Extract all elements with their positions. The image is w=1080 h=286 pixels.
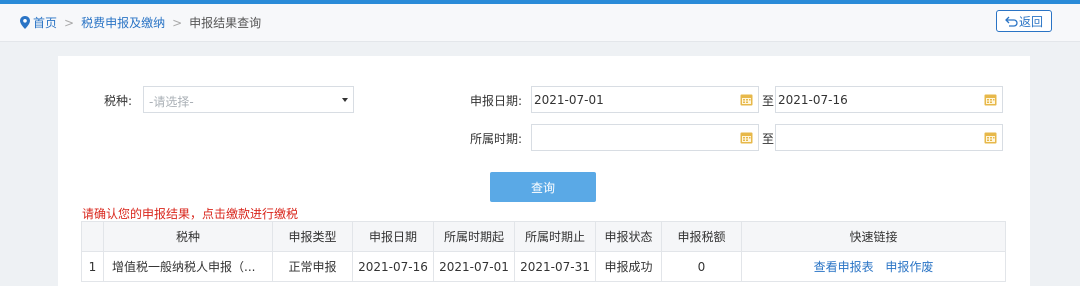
tax-type-placeholder: -请选择- bbox=[149, 95, 194, 109]
header-bar: 首页 > 税费申报及缴纳 > 申报结果查询 返回 bbox=[0, 4, 1080, 42]
view-declaration-link[interactable]: 查看申报表 bbox=[814, 260, 874, 274]
column-header-type: 申报类型 bbox=[272, 221, 353, 252]
back-button[interactable]: 返回 bbox=[996, 10, 1052, 32]
breadcrumb-current: 申报结果查询 bbox=[189, 16, 262, 30]
back-button-label: 返回 bbox=[1018, 14, 1043, 29]
declare-date-from-value: 2021-07-01 bbox=[534, 93, 604, 107]
period-range-to-label: 至 bbox=[762, 132, 775, 146]
breadcrumb-tax-declaration-link[interactable]: 税费申报及缴纳 bbox=[81, 14, 165, 31]
dropdown-arrow-icon bbox=[342, 98, 348, 102]
column-header-period-start: 所属时期起 bbox=[433, 221, 515, 252]
table-header-row: 税种 申报类型 申报日期 所属时期起 所属时期止 申报状态 申报税额 快速链接 bbox=[81, 221, 1006, 252]
column-header-date: 申报日期 bbox=[352, 221, 434, 252]
query-button[interactable]: 查询 bbox=[490, 172, 596, 202]
column-header-tax: 税种 bbox=[103, 221, 273, 252]
location-pin-icon bbox=[20, 16, 30, 29]
row-status: 申报成功 bbox=[595, 251, 662, 282]
row-period-start: 2021-07-01 bbox=[433, 251, 515, 282]
breadcrumb-separator: > bbox=[172, 15, 183, 30]
period-label: 所属时期: bbox=[470, 132, 523, 146]
tax-type-select[interactable]: -请选择- bbox=[143, 86, 354, 113]
breadcrumb-home-link[interactable]: 首页 bbox=[33, 14, 57, 31]
notice-message: 请确认您的申报结果，点击缴款进行缴税 bbox=[82, 207, 299, 221]
calendar-icon[interactable] bbox=[740, 93, 753, 106]
table-row: 1 增值税一般纳税人申报（... 正常申报 2021-07-16 2021-07… bbox=[81, 251, 1006, 282]
column-header-amount: 申报税额 bbox=[661, 221, 742, 252]
tax-type-label: 税种: bbox=[104, 94, 133, 108]
calendar-icon[interactable] bbox=[740, 131, 753, 144]
column-header-status: 申报状态 bbox=[595, 221, 662, 252]
declare-date-label: 申报日期: bbox=[470, 94, 523, 108]
row-date: 2021-07-16 bbox=[352, 251, 434, 282]
void-declaration-link[interactable]: 申报作废 bbox=[885, 260, 933, 274]
column-header-quick-links: 快速链接 bbox=[741, 221, 1006, 252]
breadcrumb-separator: > bbox=[64, 15, 75, 30]
row-amount: 0 bbox=[661, 251, 742, 282]
row-type: 正常申报 bbox=[272, 251, 353, 282]
breadcrumb: 首页 > 税费申报及缴纳 > 申报结果查询 bbox=[20, 14, 261, 31]
period-to-input[interactable] bbox=[775, 124, 1003, 151]
calendar-icon[interactable] bbox=[984, 93, 997, 106]
calendar-icon[interactable] bbox=[984, 131, 997, 144]
declare-date-to-value: 2021-07-16 bbox=[778, 93, 848, 107]
column-header-index bbox=[81, 221, 104, 252]
declaration-results-table: 税种 申报类型 申报日期 所属时期起 所属时期止 申报状态 申报税额 快速链接 … bbox=[81, 221, 1006, 282]
declare-date-to-input[interactable]: 2021-07-16 bbox=[775, 86, 1003, 113]
column-header-period-end: 所属时期止 bbox=[514, 221, 596, 252]
row-quick-links: 查看申报表 申报作废 bbox=[741, 251, 1006, 282]
return-arrow-icon bbox=[1005, 16, 1018, 27]
declare-date-from-input[interactable]: 2021-07-01 bbox=[531, 86, 759, 113]
row-index: 1 bbox=[81, 251, 104, 282]
date-range-to-label: 至 bbox=[762, 94, 775, 108]
row-tax: 增值税一般纳税人申报（... bbox=[103, 251, 273, 282]
row-period-end: 2021-07-31 bbox=[514, 251, 596, 282]
period-from-input[interactable] bbox=[531, 124, 759, 151]
